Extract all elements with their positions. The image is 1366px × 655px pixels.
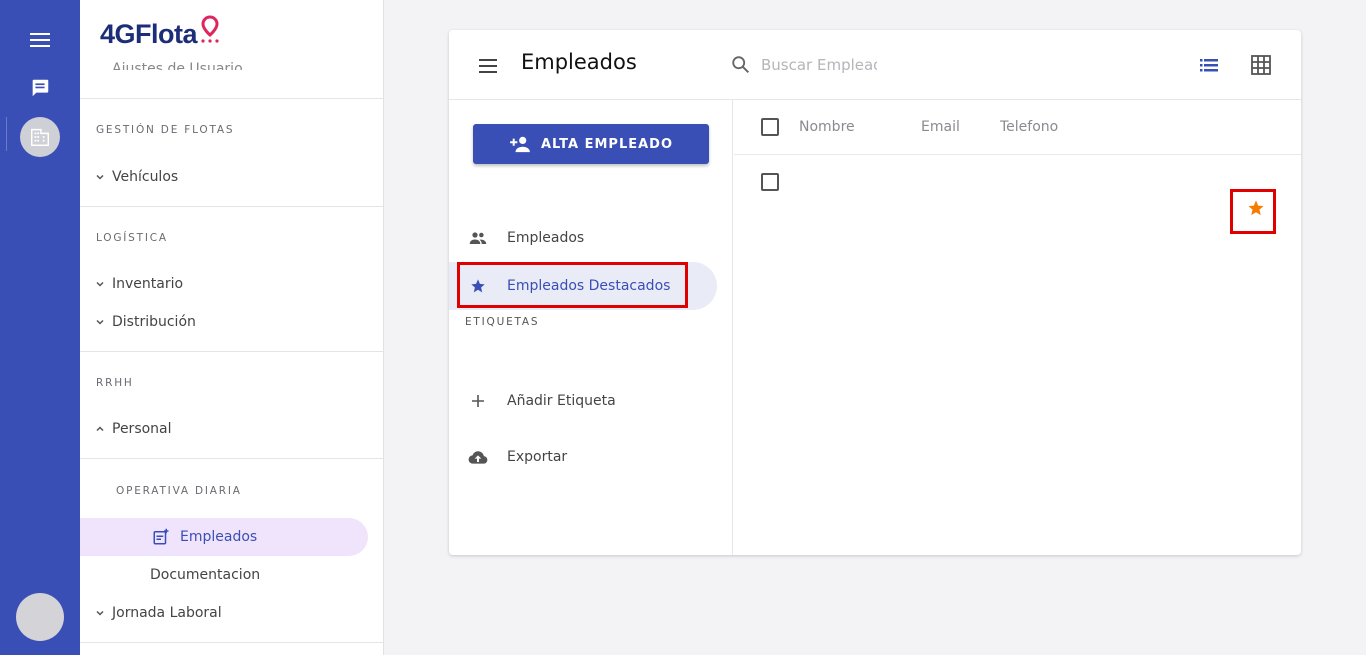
sidebar-item-label: Vehículos (112, 169, 179, 185)
sidebar-item-label: Personal (112, 421, 172, 437)
side-navigation: 4GFlota Ajustes de Usuario GESTIÓN DE FL… (80, 0, 384, 655)
page-title: Empleados (521, 50, 637, 74)
user-avatar[interactable] (16, 593, 64, 641)
rail-divider (6, 117, 7, 151)
star-icon (449, 278, 507, 294)
sidebar-item-label: Empleados (180, 529, 258, 545)
add-employee-label: ALTA EMPLEADO (540, 136, 674, 152)
chat-icon[interactable] (26, 74, 54, 102)
filter-label: Empleados (507, 230, 585, 246)
add-tag-button[interactable]: Añadir Etiqueta (449, 377, 717, 425)
employees-table: Nombre Email Telefono (734, 100, 1301, 555)
building-icon[interactable] (20, 117, 60, 157)
people-icon (449, 231, 507, 245)
chevron-down-icon (92, 608, 108, 618)
section-label-operativa: OPERATIVA DIARIA (116, 485, 242, 497)
card-header: Empleados (449, 30, 1301, 100)
column-header-nombre[interactable]: Nombre (799, 119, 855, 135)
sidebar-item-documentacion[interactable]: Documentacion (80, 556, 368, 594)
row-checkbox[interactable] (761, 173, 779, 191)
add-tag-label: Añadir Etiqueta (507, 393, 616, 409)
export-label: Exportar (507, 449, 568, 465)
chevron-up-icon (92, 424, 108, 434)
sidebar-item-label: Inventario (112, 276, 184, 292)
search-input[interactable] (761, 52, 877, 78)
sidebar-item-distribucion[interactable]: Distribución (92, 307, 196, 337)
menu-icon[interactable] (477, 54, 501, 78)
section-label-logistica: LOGÍSTICA (96, 232, 168, 244)
filter-label: Empleados Destacados (507, 278, 671, 294)
app-rail (0, 0, 80, 655)
assignment-add-icon (80, 528, 180, 546)
chevron-down-icon (92, 317, 108, 327)
menu-icon[interactable] (26, 26, 54, 54)
sidebar-item-ajustes-usuario[interactable]: Ajustes de Usuario (112, 60, 243, 70)
select-all-checkbox[interactable] (761, 118, 779, 136)
sidebar-item-empleados[interactable]: Empleados (80, 518, 368, 556)
table-header: Nombre Email Telefono (734, 100, 1301, 155)
sidebar-item-vehiculos[interactable]: Vehículos (92, 162, 178, 192)
divider (80, 206, 383, 207)
sidebar-item-personal[interactable]: Personal (92, 414, 172, 444)
filter-empleados-destacados[interactable]: Empleados Destacados (449, 262, 717, 310)
grid-view-icon[interactable] (1249, 53, 1273, 77)
chevron-down-icon (92, 279, 108, 289)
export-button[interactable]: Exportar (449, 433, 717, 481)
employees-card: Empleados ALTA EMPLEADO Empleados Emplea (449, 30, 1301, 555)
add-employee-button[interactable]: ALTA EMPLEADO (473, 124, 709, 164)
sidebar-item-label: Jornada Laboral (112, 605, 222, 621)
filters-pane: ALTA EMPLEADO Empleados Empleados Destac… (449, 100, 733, 555)
cloud-upload-icon (449, 449, 507, 465)
sidebar-item-jornada-laboral[interactable]: Jornada Laboral (92, 598, 222, 628)
sidebar-item-inventario[interactable]: Inventario (92, 269, 183, 299)
filter-empleados[interactable]: Empleados (449, 214, 717, 262)
brand-logo[interactable]: 4GFlota (100, 14, 221, 54)
plus-icon (449, 394, 507, 408)
divider (80, 98, 383, 99)
column-header-telefono[interactable]: Telefono (1000, 119, 1058, 135)
chevron-down-icon (92, 172, 108, 182)
section-label-rrhh: RRHH (96, 377, 134, 389)
star-icon[interactable] (1246, 198, 1266, 218)
logo-text: 4GFlota (100, 18, 198, 49)
list-view-icon[interactable] (1197, 53, 1221, 77)
tags-section-label: ETIQUETAS (465, 316, 540, 328)
divider (80, 642, 383, 643)
divider (80, 458, 383, 459)
location-pin-icon (201, 15, 219, 43)
sidebar-item-label: Distribución (112, 314, 196, 330)
sidebar-item-label: Documentacion (150, 567, 261, 583)
search-icon (730, 54, 752, 76)
divider (80, 351, 383, 352)
person-add-icon (510, 136, 530, 153)
section-label-flotas: GESTIÓN DE FLOTAS (96, 124, 235, 136)
column-header-email[interactable]: Email (921, 119, 960, 135)
